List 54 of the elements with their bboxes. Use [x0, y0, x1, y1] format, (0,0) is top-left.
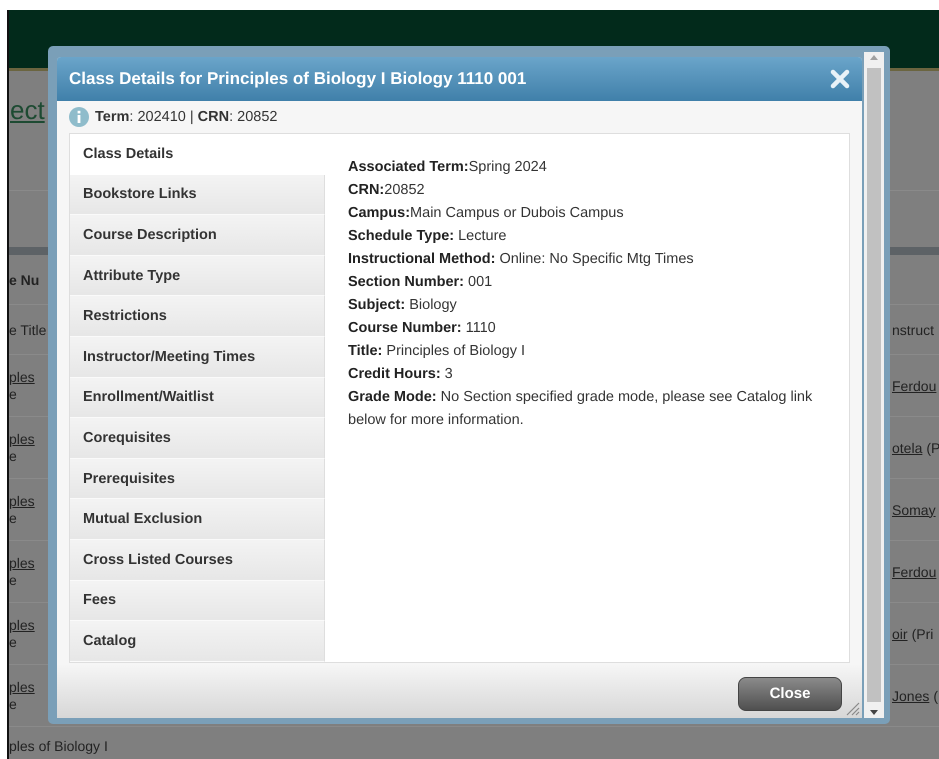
- scrollbar[interactable]: [864, 52, 884, 718]
- section-tab[interactable]: Restrictions: [70, 296, 325, 337]
- instructor-link[interactable]: otela: [892, 440, 922, 456]
- section-tab[interactable]: Attribute Type: [70, 256, 325, 296]
- detail-line: Title: Principles of Biology I: [348, 342, 526, 361]
- course-text: e: [9, 634, 18, 650]
- course-link[interactable]: ples: [9, 430, 35, 448]
- detail-line: Credit Hours: 3: [348, 365, 454, 384]
- course-link[interactable]: ples: [9, 678, 35, 696]
- info-icon: [69, 107, 89, 127]
- detail-line: Subject: Biology: [348, 296, 458, 315]
- course-text: ples of Biology I: [9, 738, 108, 755]
- instructor-link[interactable]: Jones: [892, 688, 930, 704]
- section-tab[interactable]: Prerequisites: [70, 458, 325, 500]
- section-tab[interactable]: Catalog: [70, 621, 325, 662]
- course-text: e: [9, 572, 18, 588]
- instructor-link[interactable]: Ferdou: [892, 564, 936, 580]
- section-tab[interactable]: Instructor/Meeting Times: [70, 336, 325, 378]
- course-text: e: [9, 696, 18, 712]
- dialog-title: Class Details for Principles of Biology I Biology 1110 001: [69, 69, 526, 89]
- section-tab[interactable]: Fees: [70, 580, 325, 622]
- detail-line: CRN:20852: [348, 181, 426, 200]
- close-button[interactable]: Close: [738, 676, 842, 710]
- term-info: Term: 202410 | CRN: 20852: [95, 109, 278, 125]
- detail-line: Section Number: 001: [348, 273, 494, 292]
- section-tab[interactable]: Course Description: [70, 215, 325, 256]
- course-text: e: [9, 448, 18, 464]
- column-header: nstruct: [892, 322, 934, 338]
- section-tab[interactable]: Mutual Exclusion: [70, 499, 325, 540]
- course-link[interactable]: ples: [9, 492, 35, 510]
- detail-line: Campus:Main Campus or Dubois Campus: [348, 204, 625, 223]
- instructor-text: (: [933, 688, 938, 704]
- section-tab[interactable]: Bookstore Links: [70, 174, 325, 216]
- detail-line: Instructional Method: Online: No Specific Mtg Times: [348, 250, 695, 269]
- section-tab[interactable]: Corequisites: [70, 418, 325, 459]
- course-text: e: [9, 510, 18, 526]
- close-icon[interactable]: [830, 69, 850, 89]
- section-tab[interactable]: Enrollment/Waitlist: [70, 378, 325, 418]
- detail-line: Schedule Type: Lecture: [348, 227, 508, 246]
- instructor-link[interactable]: oir: [892, 626, 908, 642]
- course-link[interactable]: ples: [9, 368, 35, 386]
- instructor-link[interactable]: Ferdou: [892, 378, 936, 394]
- detail-line: Associated Term:Spring 2024: [348, 158, 548, 177]
- course-text: e: [9, 386, 18, 402]
- course-link[interactable]: ples: [9, 616, 35, 634]
- course-link[interactable]: ples: [9, 554, 35, 572]
- resize-grip-icon[interactable]: [846, 702, 860, 716]
- detail-line: Grade Mode: No Section specified grade mode, please see Catalog link below for more information.: [348, 388, 814, 430]
- column-header: e Nu: [9, 272, 40, 288]
- column-header: e Title: [9, 322, 46, 338]
- detail-line: Course Number: 1110: [348, 319, 497, 338]
- instructor-text: (Pri: [912, 626, 934, 642]
- section-tab[interactable]: Cross Listed Courses: [70, 540, 325, 581]
- instructor-link[interactable]: Somay: [892, 502, 936, 518]
